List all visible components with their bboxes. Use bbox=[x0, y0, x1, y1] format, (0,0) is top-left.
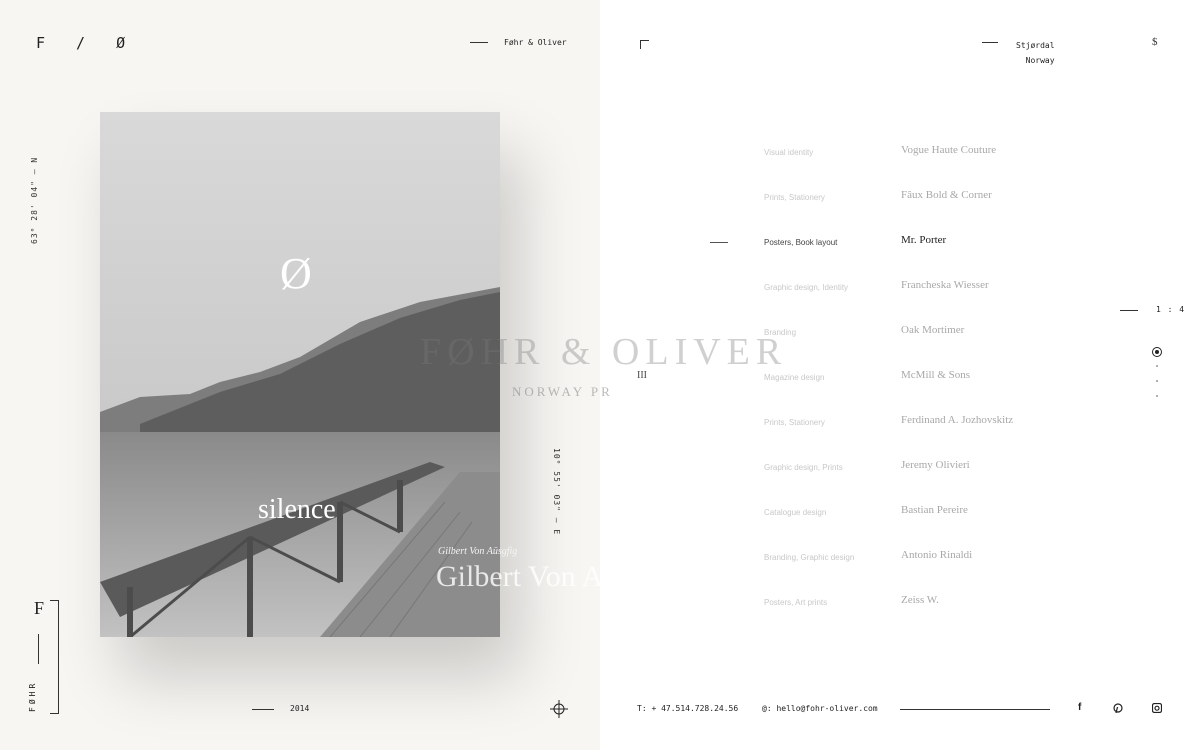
pager-dot[interactable] bbox=[1156, 365, 1158, 367]
project-item-active[interactable]: Posters, Book layout Mr. Porter bbox=[764, 234, 1124, 254]
instagram-icon[interactable] bbox=[1152, 703, 1162, 713]
project-item[interactable]: Prints, Stationery Ferdinand A. Jozhovsk… bbox=[764, 414, 1124, 434]
menu-icon[interactable]: $ bbox=[1152, 36, 1158, 48]
facebook-icon[interactable]: f bbox=[1078, 702, 1081, 713]
studio-name: Føhr & Oliver bbox=[504, 38, 567, 47]
project-category: Catalogue design bbox=[764, 508, 827, 517]
project-name[interactable]: Antonio Rinaldi bbox=[901, 549, 972, 561]
project-name[interactable]: McMill & Sons bbox=[901, 369, 970, 381]
project-item[interactable]: Visual identity Vogue Haute Couture bbox=[764, 144, 1124, 164]
project-category: Branding bbox=[764, 328, 797, 337]
hero-photo[interactable] bbox=[100, 112, 500, 637]
corner-mark bbox=[640, 40, 649, 49]
project-name[interactable]: Vogue Haute Couture bbox=[901, 144, 996, 156]
vertical-divider bbox=[38, 634, 39, 664]
contact-email[interactable]: @: hello@fohr-oliver.com bbox=[762, 704, 878, 713]
crosshair-icon[interactable] bbox=[550, 700, 568, 718]
divider bbox=[982, 42, 998, 43]
pager-dot[interactable] bbox=[1156, 380, 1158, 382]
project-item[interactable]: Graphic design, Identity Francheska Wies… bbox=[764, 279, 1124, 299]
project-name[interactable]: Mr. Porter bbox=[901, 234, 946, 246]
active-indicator bbox=[710, 242, 728, 243]
logo[interactable]: F / Ø bbox=[36, 34, 136, 52]
project-item[interactable]: Posters, Art prints Zeiss W. bbox=[764, 594, 1124, 614]
project-category: Visual identity bbox=[764, 148, 814, 157]
project-item[interactable]: Catalogue design Bastian Pereire bbox=[764, 504, 1124, 524]
project-name[interactable]: Zeiss W. bbox=[901, 594, 939, 606]
brand-subtitle: NORWAY PR bbox=[512, 384, 613, 399]
contact-phone[interactable]: T: + 47.514.728.24.56 bbox=[637, 704, 738, 713]
brand-title: FØHR & OLIVER bbox=[420, 331, 788, 373]
photo-author-small: Gilbert Von Aüsgfig bbox=[438, 546, 518, 557]
project-category: Prints, Stationery bbox=[764, 193, 825, 202]
landscape-image bbox=[100, 112, 500, 637]
project-item[interactable]: Branding, Graphic design Antonio Rinaldi bbox=[764, 549, 1124, 569]
project-category: Graphic design, Prints bbox=[764, 463, 843, 472]
project-category: Prints, Stationery bbox=[764, 418, 825, 427]
f-monogram-icon[interactable]: F bbox=[34, 598, 44, 619]
location: Stjørdal Norway bbox=[1016, 38, 1055, 68]
project-name[interactable]: Bastian Pereire bbox=[901, 504, 968, 516]
project-name[interactable]: Oak Mortimer bbox=[901, 324, 964, 336]
project-name[interactable]: Ferdinand A. Jozhovskitz bbox=[901, 414, 1013, 426]
divider bbox=[470, 42, 488, 43]
photo-monogram: Ø bbox=[280, 249, 312, 298]
project-item[interactable]: Branding Oak Mortimer bbox=[764, 324, 1124, 344]
project-item[interactable]: Graphic design, Prints Jeremy Olivieri bbox=[764, 459, 1124, 479]
year: 2014 bbox=[290, 704, 310, 713]
photo-author-large: Gilbert Von Aü bbox=[436, 560, 619, 593]
roman-numeral: III bbox=[637, 370, 647, 381]
pager-dot-active[interactable] bbox=[1152, 347, 1162, 357]
longitude-coordinates: 10° 55' 03" — E bbox=[552, 448, 561, 536]
project-category: Branding, Graphic design bbox=[764, 553, 855, 562]
brand-vertical: FØHR bbox=[28, 680, 37, 712]
divider bbox=[1120, 310, 1138, 311]
project-category: Graphic design, Identity bbox=[764, 283, 849, 292]
pager-dot[interactable] bbox=[1156, 395, 1158, 397]
project-item[interactable]: Magazine design McMill & Sons bbox=[764, 369, 1124, 389]
project-name[interactable]: Francheska Wiesser bbox=[901, 279, 989, 291]
latitude-coordinates: 63° 28' 04" — N bbox=[30, 156, 39, 244]
project-category: Magazine design bbox=[764, 373, 825, 382]
location-city: Stjørdal bbox=[1016, 41, 1055, 50]
bracket-frame bbox=[50, 600, 59, 714]
page-counter: 1 : 4 bbox=[1156, 305, 1186, 314]
project-category: Posters, Book layout bbox=[764, 238, 838, 247]
pinterest-icon[interactable] bbox=[1113, 703, 1123, 713]
divider bbox=[252, 709, 274, 710]
project-item[interactable]: Prints, Stationery Fâux Bold & Corner bbox=[764, 189, 1124, 209]
project-name[interactable]: Jeremy Olivieri bbox=[901, 459, 970, 471]
project-name[interactable]: Fâux Bold & Corner bbox=[901, 189, 992, 201]
photo-caption: silence bbox=[258, 494, 336, 525]
location-country: Norway bbox=[1025, 56, 1055, 65]
project-category: Posters, Art prints bbox=[764, 598, 828, 607]
divider bbox=[900, 709, 1050, 710]
